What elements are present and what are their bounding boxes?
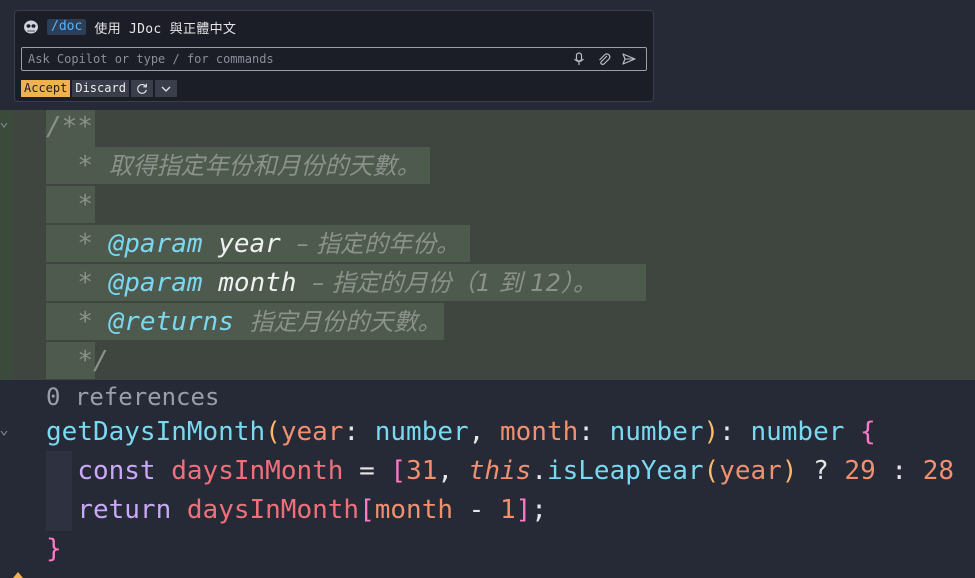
inline-chat-panel: /doc 使用 JDoc 與正體中文 Accept Discard xyxy=(14,10,654,102)
chat-input[interactable] xyxy=(22,48,571,70)
doc-comment-open: /** xyxy=(46,112,93,142)
fold-chevron-icon[interactable] xyxy=(0,121,8,129)
diff-gutter-indicator xyxy=(0,110,13,380)
code-line-close-brace: } xyxy=(46,534,62,564)
discard-button[interactable]: Discard xyxy=(72,80,129,97)
fold-chevron-icon[interactable] xyxy=(0,429,8,437)
doc-comment-line: * 取得指定年份和月份的天數。 xyxy=(77,151,421,181)
chevron-down-icon xyxy=(161,86,171,92)
code-line-return: return daysInMonth[month - 1]; xyxy=(77,495,547,525)
rerun-button[interactable] xyxy=(130,80,153,97)
caret-marker-icon xyxy=(13,572,23,578)
doc-comment-line: * xyxy=(77,190,93,220)
copilot-icon xyxy=(24,20,38,34)
chat-action-bar: Accept Discard xyxy=(21,80,177,97)
chat-prompt-text: 使用 JDoc 與正體中文 xyxy=(94,21,237,37)
more-actions-button[interactable] xyxy=(154,80,177,97)
rerun-icon xyxy=(137,83,147,94)
doc-comment-line: * @returns 指定月份的天數。 xyxy=(77,307,442,337)
function-signature: getDaysInMonth(year: number, month: numb… xyxy=(46,417,876,447)
code-line-const: const daysInMonth = [31, this.isLeapYear… xyxy=(77,456,955,486)
attach-icon[interactable] xyxy=(596,51,612,67)
references-codelens[interactable]: 0 references xyxy=(46,378,219,417)
chat-request-header: /doc 使用 JDoc 與正體中文 xyxy=(23,18,237,37)
microphone-icon[interactable] xyxy=(571,51,587,67)
send-icon[interactable] xyxy=(621,51,637,67)
slash-command-badge: /doc xyxy=(47,19,87,35)
chat-input-box[interactable] xyxy=(21,47,647,71)
doc-comment-close: */ xyxy=(77,346,109,376)
doc-comment-line: * @param month – 指定的月份（1 到 12）。 xyxy=(77,268,597,298)
doc-comment-line: * @param year – 指定的年份。 xyxy=(77,229,461,259)
accept-button[interactable]: Accept xyxy=(21,80,71,97)
